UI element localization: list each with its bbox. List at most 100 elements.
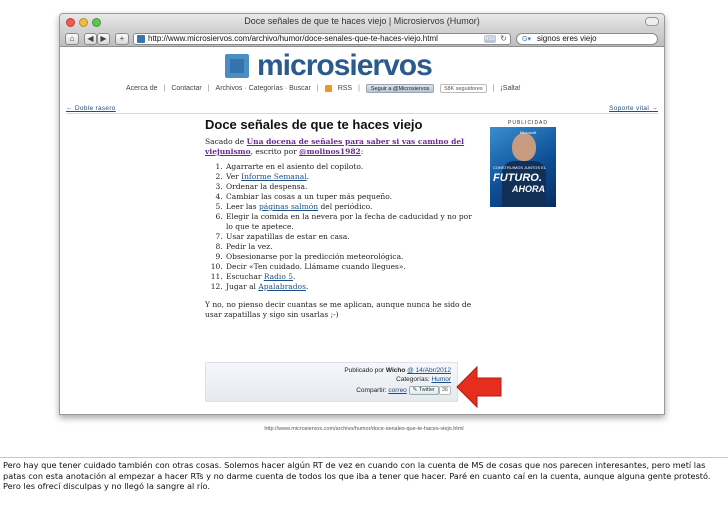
categories-line: Categorías: Humor	[396, 376, 451, 383]
item-link[interactable]: Informe Semanal	[241, 172, 306, 181]
nav-separator: |	[163, 84, 166, 92]
intro-text: , escrito por	[250, 147, 300, 156]
article-closing: Y no, no pienso decir cuantas se me apli…	[205, 300, 472, 319]
nav-separator: |	[207, 84, 210, 92]
item-text: Jugar al	[226, 282, 259, 291]
signs-list: Agarrarte en el asiento del copiloto.Ver…	[225, 162, 475, 292]
back-arrow-icon: ◀	[87, 34, 94, 43]
tweet-button[interactable]: ✎ Twitter	[408, 386, 439, 395]
advertisement-banner[interactable]: Microsoft CONSTRUIMOS JUNTOS EL FUTURO. …	[490, 127, 556, 207]
item-text: Decir «Ten cuidado. Llámame cuando llegu…	[226, 262, 406, 271]
browser-window: Doce señales de que te haces viejo | Mic…	[59, 13, 665, 415]
site-nav: Acerca de | Contactar | Archivos · Categ…	[126, 82, 521, 94]
add-bookmark-button[interactable]: +	[115, 33, 129, 45]
nav-archivos-link[interactable]: Archivos · Categorías · Buscar	[216, 85, 311, 92]
browser-toolbar: ⌂ ◀ ▶ + http://www.microsiervos.com/arch…	[60, 31, 664, 47]
signs-list-item: Escuchar Radio 5.	[225, 272, 475, 282]
nav-separator: |	[316, 84, 319, 92]
nav-contactar-link[interactable]: Contactar	[171, 85, 201, 92]
item-text: Obsesionarse por la predicción meteoroló…	[226, 252, 404, 261]
screenshot-area: Doce señales de que te haces viejo | Mic…	[0, 0, 728, 457]
post-date: 14/Abr/2012	[415, 367, 451, 374]
item-link[interactable]: páginas salmón	[259, 202, 318, 211]
site-logo[interactable]: microsiervos	[225, 49, 433, 82]
item-text: Escuchar	[226, 272, 264, 281]
address-bar[interactable]: http://www.microsiervos.com/archivo/humo…	[133, 33, 511, 45]
category-link[interactable]: Humor	[431, 376, 451, 383]
arrow-shape	[456, 365, 502, 409]
slide-caption: Pero hay que tener cuidado también con o…	[3, 460, 711, 492]
page-viewport: microsiervos Acerca de | Contactar | Arc…	[60, 47, 664, 414]
signs-list-item: Cambiar las cosas a un tuper más pequeño…	[225, 192, 475, 202]
nav-acerca-link[interactable]: Acerca de	[126, 85, 158, 92]
home-button[interactable]: ⌂	[65, 33, 79, 45]
item-text: .	[293, 272, 296, 281]
intro-text: Sacado de	[205, 137, 247, 146]
item-text: Cambiar las cosas a un tuper más pequeño…	[226, 192, 393, 201]
ad-brand: Microsoft	[520, 130, 537, 135]
nav-separator: |	[358, 84, 360, 92]
back-button[interactable]: ◀	[84, 33, 97, 45]
share-label: Compartir:	[356, 387, 389, 395]
previous-post-link[interactable]: ← Doble rasero	[66, 105, 116, 112]
forward-button[interactable]: ▶	[97, 33, 110, 45]
home-icon: ⌂	[69, 34, 75, 43]
tweet-button-label: Twitter	[418, 387, 435, 393]
article: Doce señales de que te haces viejo Sacad…	[205, 117, 475, 320]
slide: Doce señales de que te haces viejo | Mic…	[0, 0, 728, 519]
search-field[interactable]: G▾ signos eres viejo	[516, 33, 658, 45]
share-mail-link[interactable]: correo	[388, 387, 406, 394]
forward-arrow-icon: ▶	[100, 34, 107, 43]
item-text: .	[305, 282, 309, 291]
signs-list-item: Leer las páginas salmón del periódico.	[225, 202, 475, 212]
ad-headline-futuro: FUTURO.	[493, 172, 542, 184]
search-engine-icon: G▾	[522, 36, 531, 43]
cube-logo-icon	[225, 54, 249, 78]
status-bar-url: http://www.microsiervos.com/archivo/humo…	[264, 426, 464, 432]
nav-salta-link[interactable]: ¡Salta!	[500, 85, 520, 92]
intro-text: :	[360, 147, 364, 156]
signs-list-item: Usar zapatillas de estar en casa.	[225, 232, 475, 242]
window-title: Doce señales de que te haces viejo | Mic…	[244, 16, 480, 26]
address-bar-text: http://www.microsiervos.com/archivo/humo…	[148, 34, 438, 43]
post-date-link[interactable]: @ 14/Abr/2012	[407, 367, 451, 374]
logo-text: microsiervos	[257, 49, 433, 82]
next-post-link[interactable]: Soporte vital →	[609, 105, 658, 112]
item-text: Elegir la comida en la nevera por la fec…	[226, 212, 472, 231]
published-label: Publicado por	[344, 367, 386, 374]
plus-icon: +	[119, 34, 125, 43]
red-arrow-icon	[456, 365, 502, 409]
followers-count: 58K seguidores	[440, 83, 487, 93]
item-link[interactable]: Radio 5	[264, 272, 293, 281]
twitter-follow-button[interactable]: Seguir a @Microsiervos	[365, 83, 435, 93]
nav-rss-link[interactable]: RSS	[338, 85, 352, 92]
item-text: Pedir la vez.	[226, 242, 273, 251]
divider	[66, 113, 658, 114]
share-line: Compartir: correo ✎ Twitter 36	[356, 386, 451, 395]
item-text: del periódico.	[318, 202, 373, 211]
ad-small-text: CONSTRUIMOS JUNTOS EL	[493, 165, 547, 170]
author-twitter-link[interactable]: @molinos1982	[299, 147, 361, 156]
twitter-bird-icon: ✎	[412, 387, 418, 393]
signs-list-item: Agarrarte en el asiento del copiloto.	[225, 162, 475, 172]
post-author-link[interactable]: Wicho	[386, 367, 405, 374]
signs-list-item: Pedir la vez.	[225, 242, 475, 252]
toolbar-toggle-button[interactable]	[645, 17, 659, 26]
signs-list-item: Obsesionarse por la predicción meteoroló…	[225, 252, 475, 262]
signs-list-item: Decir «Ten cuidado. Llámame cuando llegu…	[225, 262, 475, 272]
ad-person-face	[512, 133, 536, 161]
item-link[interactable]: Apalabrados	[258, 282, 306, 291]
signs-list-item: Jugar al Apalabrados.	[225, 282, 475, 292]
site-favicon-icon	[137, 35, 145, 43]
ad-label: PUBLICIDAD	[508, 120, 549, 126]
signs-list-item: Ver Informe Semanal.	[225, 172, 475, 182]
tweet-count: 36	[438, 386, 451, 395]
item-text: Ver	[226, 172, 242, 181]
item-text: .	[306, 172, 309, 181]
caption-divider	[0, 457, 728, 458]
item-text: Leer las	[226, 202, 259, 211]
rss-badge[interactable]: RSS	[484, 35, 496, 43]
item-text: Usar zapatillas de estar en casa.	[226, 232, 350, 241]
reload-icon[interactable]: ↻	[500, 34, 507, 44]
rss-icon[interactable]	[324, 84, 332, 92]
